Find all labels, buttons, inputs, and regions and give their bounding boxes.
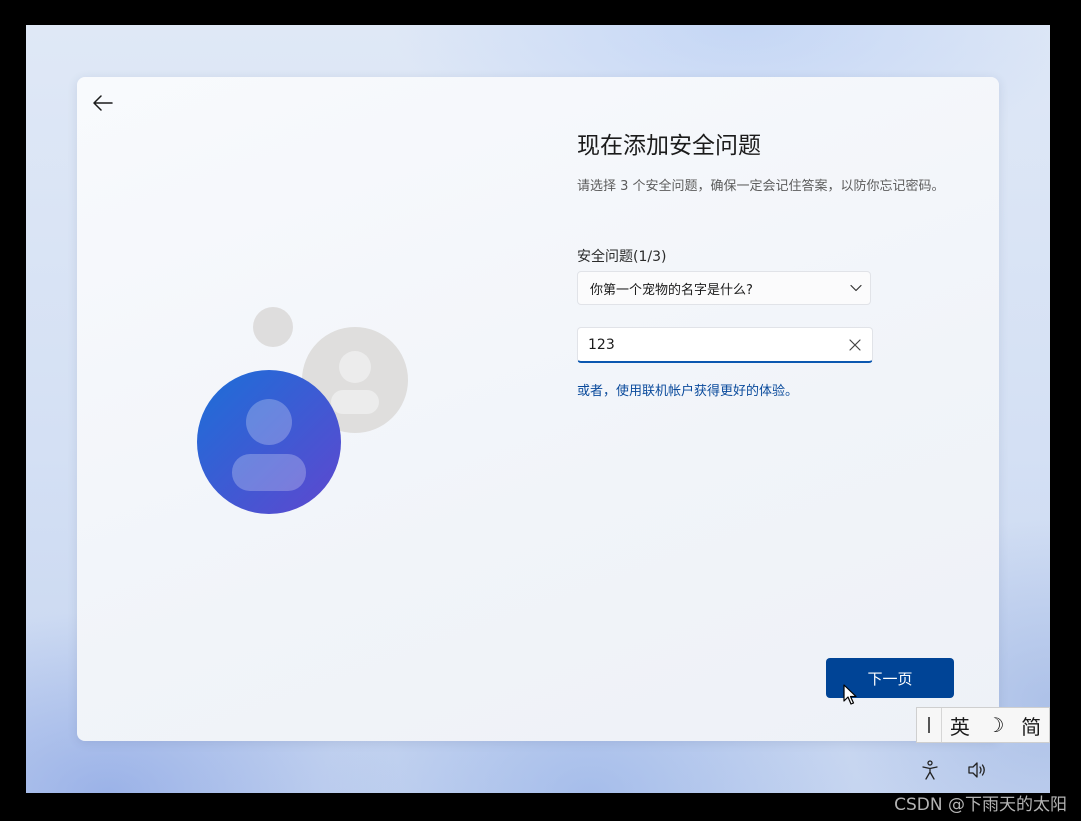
security-question-label: 安全问题(1/3) <box>577 249 667 265</box>
watermark-text: CSDN @下雨天的太阳 <box>894 795 1067 815</box>
accessibility-button[interactable] <box>919 759 941 781</box>
volume-button[interactable] <box>967 759 989 781</box>
accessibility-icon <box>922 760 938 780</box>
online-account-link[interactable]: 或者，使用联机帐户获得更好的体验。 <box>577 383 957 401</box>
security-question-selected: 你第一个宠物的名字是什么? <box>590 282 753 298</box>
setup-card: 现在添加安全问题 请选择 3 个安全问题，确保一定会记住答案，以防你忘记密码。 … <box>77 77 999 741</box>
grip-bar-icon <box>928 717 930 733</box>
close-icon <box>849 338 861 351</box>
security-question-dropdown[interactable]: 你第一个宠物的名字是什么? <box>577 271 871 305</box>
ime-script-toggle[interactable]: 简 <box>1013 711 1049 740</box>
user-avatar-illustration <box>197 307 408 514</box>
page-title: 现在添加安全问题 <box>577 133 761 159</box>
ime-language-toggle[interactable]: 英 <box>942 711 978 740</box>
chevron-down-icon <box>850 284 862 292</box>
ime-toolbar: 英 ☽ 简 <box>916 707 1050 743</box>
clear-answer-button[interactable] <box>846 336 864 354</box>
small-dot-decoration <box>253 307 293 347</box>
arrow-left-icon <box>93 95 113 111</box>
page-subtitle: 请选择 3 个安全问题，确保一定会记住答案，以防你忘记密码。 <box>577 179 945 194</box>
security-answer-input[interactable] <box>588 336 846 353</box>
security-answer-field[interactable] <box>577 327 873 363</box>
moon-icon[interactable]: ☽ <box>978 713 1014 737</box>
oobe-screen: 现在添加安全问题 请选择 3 个安全问题，确保一定会记住答案，以防你忘记密码。 … <box>26 25 1050 793</box>
front-avatar-circle <box>197 370 341 514</box>
ime-drag-handle[interactable] <box>917 708 942 742</box>
mouse-pointer-icon <box>843 684 857 705</box>
back-button[interactable] <box>89 89 117 117</box>
form-section: 现在添加安全问题 请选择 3 个安全问题，确保一定会记住答案，以防你忘记密码。 … <box>577 131 957 401</box>
volume-icon <box>968 762 985 778</box>
